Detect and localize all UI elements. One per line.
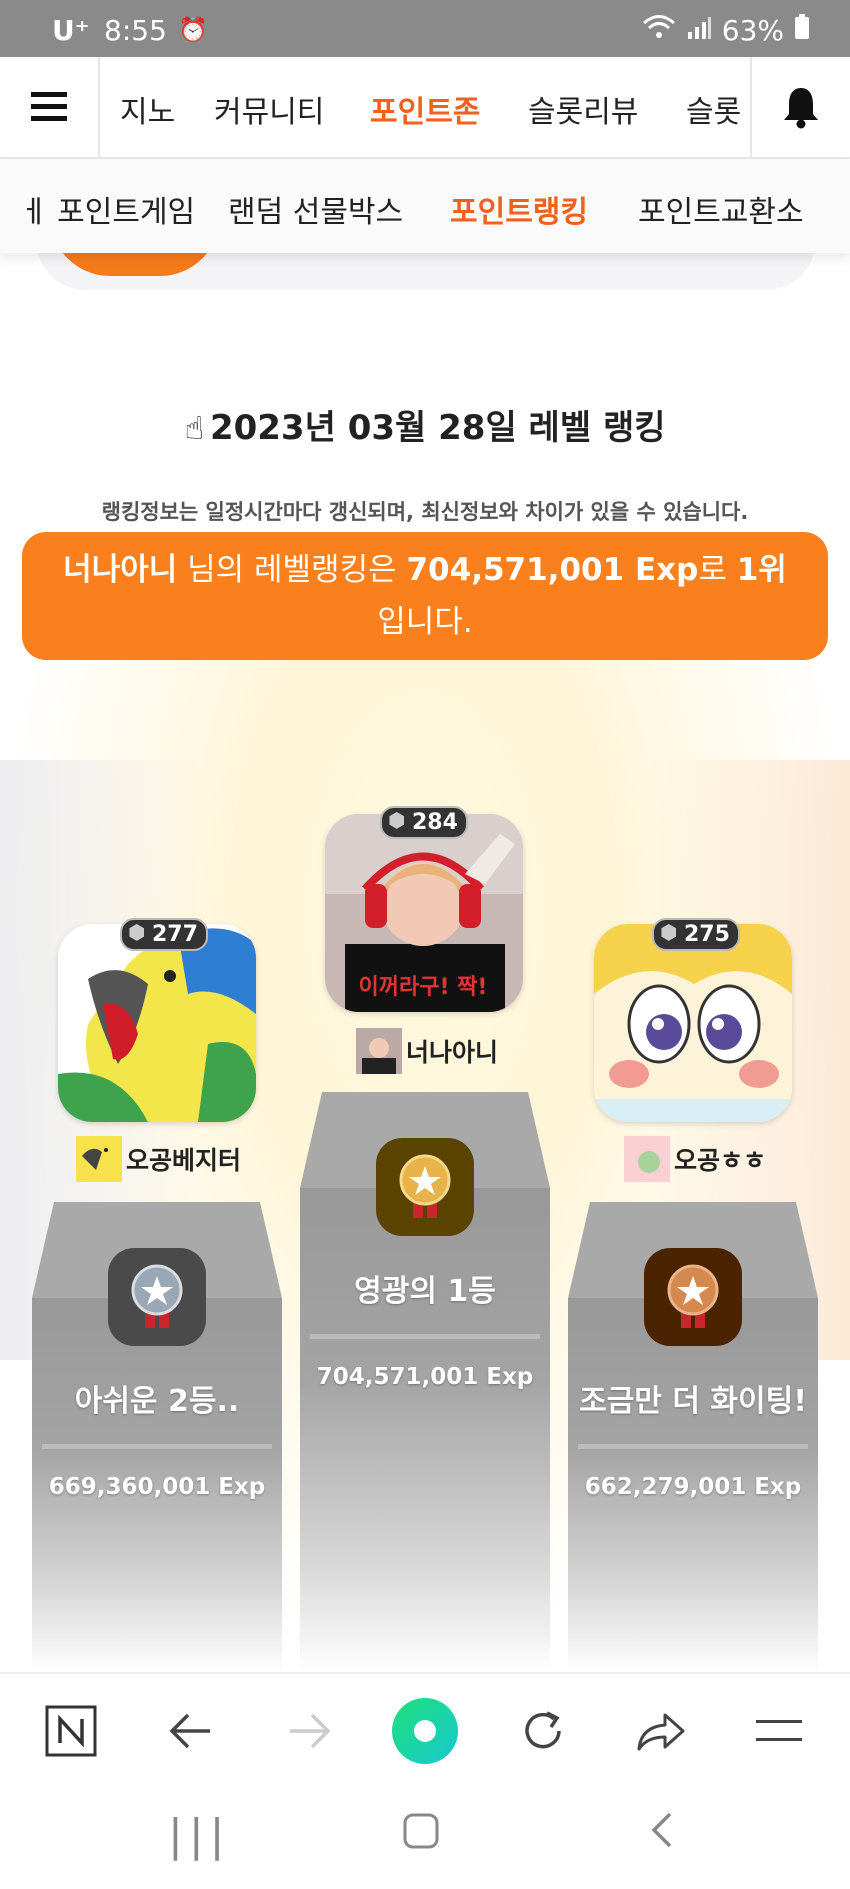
- reload-icon: [525, 1711, 561, 1749]
- first-place-exp: 704,571,001 Exp: [316, 1364, 534, 1390]
- status-bar: U⁺ 8:55 ⏰ 63%: [0, 0, 850, 57]
- battery-percent: 63%: [721, 14, 784, 47]
- first-place-avatar[interactable]: 이꺼라구! 짝!: [325, 814, 523, 1012]
- nav-item-point-zone[interactable]: 포인트존: [370, 87, 480, 131]
- second-place-podium: 아쉬운 2등.. 669,360,001 Exp: [32, 1202, 282, 1672]
- home-square-icon: [403, 1813, 439, 1849]
- share-button[interactable]: [626, 1696, 696, 1766]
- second-place-title: 아쉬운 2등..: [74, 1384, 240, 1419]
- wifi-icon: [642, 14, 676, 47]
- green-dot-button[interactable]: [390, 1696, 460, 1766]
- pointing-hand-icon: ☝: [184, 409, 204, 447]
- sub-nav: ㅔ 포인트게임 랜덤 선물박스 포인트랭킹 포인트교환소: [0, 159, 850, 253]
- ranking-title: ☝ 2023년 03월 28일 레벨 랭킹: [184, 408, 666, 448]
- arrow-left-icon: [169, 1713, 210, 1749]
- arrow-right-icon: [290, 1713, 331, 1749]
- banner-exp: 704,571,001 Exp: [406, 552, 699, 588]
- chevron-left-icon: [651, 1812, 672, 1848]
- svg-text:이꺼라구! 짝!: 이꺼라구! 짝!: [359, 975, 488, 1000]
- banner-rank: 1위: [736, 552, 787, 588]
- share-arrow-icon: [637, 1713, 685, 1751]
- home-button[interactable]: [402, 1810, 440, 1861]
- top-nav-items: 지노 커뮤니티 포인트존 슬롯리뷰 슬롯: [100, 57, 750, 157]
- second-place-exp: 669,360,001 Exp: [48, 1474, 266, 1500]
- silver-medal-icon: [108, 1248, 206, 1346]
- top-nav: 지노 커뮤니티 포인트존 슬롯리뷰 슬롯: [0, 57, 850, 159]
- hamburger-icon: [31, 92, 67, 121]
- nav-item-slot[interactable]: 슬롯: [686, 87, 741, 131]
- hamburger-menu-button[interactable]: [0, 57, 100, 157]
- system-back-button[interactable]: [648, 1810, 674, 1861]
- clock: 8:55: [104, 14, 167, 47]
- bronze-medal-icon: [644, 1248, 742, 1346]
- browser-menu-button[interactable]: [744, 1696, 814, 1766]
- notification-button[interactable]: [750, 57, 850, 157]
- menu-lines-icon: [756, 1720, 802, 1741]
- first-place-podium: 영광의 1등 704,571,001 Exp: [300, 1092, 550, 1672]
- second-mini-avatar: [76, 1136, 122, 1182]
- first-level-badge: 284: [380, 806, 468, 839]
- recent-apps-button[interactable]: |||: [168, 1810, 230, 1861]
- naver-home-button[interactable]: [36, 1696, 106, 1766]
- gold-medal-icon: [376, 1138, 474, 1236]
- third-place-title: 조금만 더 화이팅!: [579, 1384, 807, 1419]
- back-button[interactable]: [156, 1696, 226, 1766]
- subnav-item-point-ranking[interactable]: 포인트랭킹: [450, 187, 588, 231]
- bell-icon: [784, 88, 818, 129]
- third-mini-avatar: [624, 1136, 670, 1182]
- alarm-icon: ⏰: [178, 16, 208, 44]
- first-mini-avatar: [356, 1028, 402, 1074]
- browser-toolbar: [0, 1672, 850, 1784]
- reload-button[interactable]: [508, 1696, 578, 1766]
- banner-user: 너나아니: [63, 552, 178, 588]
- system-navigation-bar: |||: [0, 1782, 850, 1889]
- subnav-item-point-game[interactable]: ㅔ 포인트게임: [20, 187, 195, 231]
- subnav-item-point-exchange[interactable]: 포인트교환소: [638, 187, 804, 231]
- third-place-avatar[interactable]: [594, 924, 792, 1122]
- first-place-title: 영광의 1등: [354, 1274, 496, 1309]
- nav-item-casino[interactable]: 지노: [120, 87, 175, 131]
- first-nickname[interactable]: 너나아니: [356, 1028, 498, 1074]
- subnav-item-random-gift[interactable]: 랜덤 선물박스: [228, 187, 403, 231]
- third-level-badge: 275: [652, 918, 740, 951]
- signal-icon: [686, 14, 712, 47]
- third-place-podium: 조금만 더 화이팅! 662,279,001 Exp: [568, 1202, 818, 1672]
- forward-button[interactable]: [274, 1696, 344, 1766]
- ranking-notice: 랭킹정보는 일정시간마다 갱신되며, 최신정보와 차이가 있을 수 있습니다.: [101, 500, 749, 524]
- nav-item-slot-review[interactable]: 슬롯리뷰: [528, 87, 638, 131]
- my-rank-banner: 너나아니 님의 레벨랭킹은 704,571,001 Exp로 1위 입니다.: [22, 532, 828, 660]
- second-nickname[interactable]: 오공베지터: [76, 1136, 241, 1182]
- green-dot-icon: [392, 1698, 458, 1764]
- battery-icon: [794, 14, 810, 47]
- second-place-avatar[interactable]: [58, 924, 256, 1122]
- third-nickname[interactable]: 오공ㅎㅎ: [624, 1136, 766, 1182]
- second-level-badge: 277: [120, 918, 208, 951]
- carrier-label: U⁺: [52, 14, 90, 47]
- naver-n-icon: [45, 1705, 97, 1757]
- nav-item-community[interactable]: 커뮤니티: [214, 87, 324, 131]
- third-place-exp: 662,279,001 Exp: [584, 1474, 802, 1500]
